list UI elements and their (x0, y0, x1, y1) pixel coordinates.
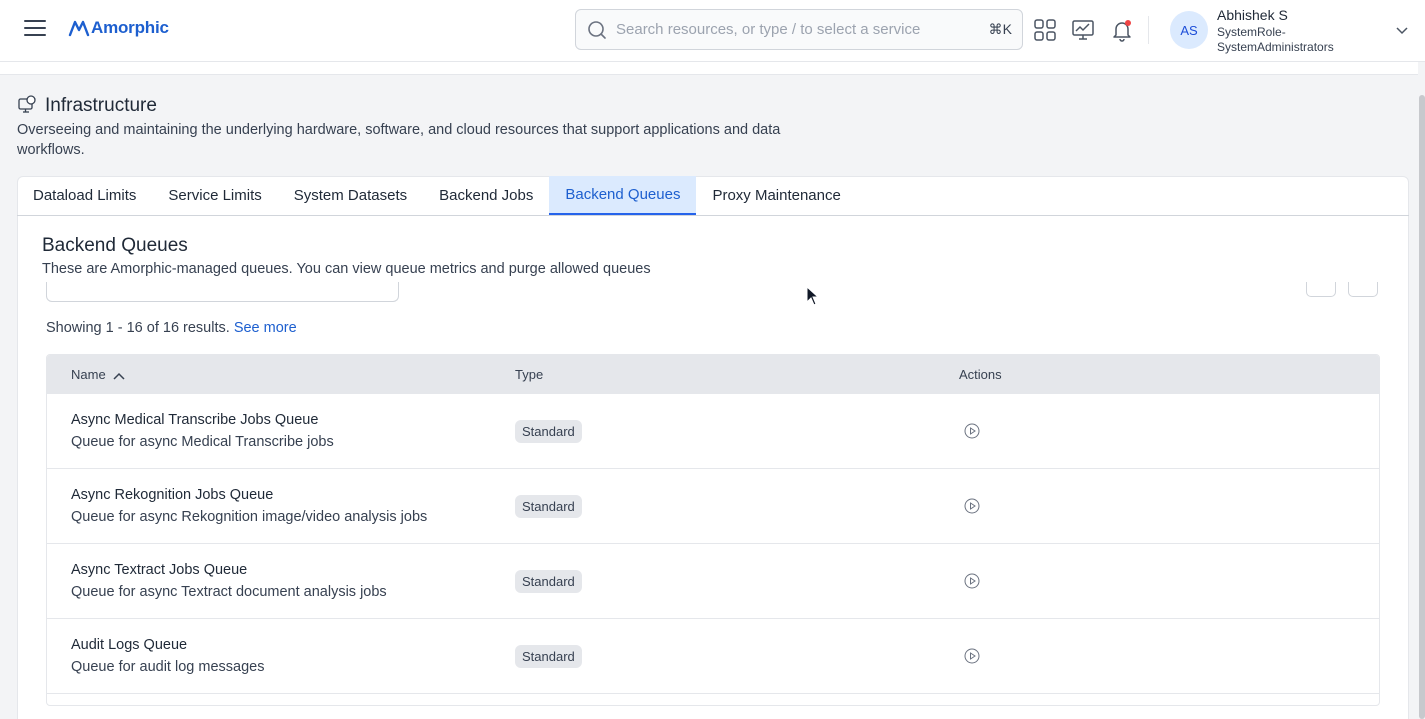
results-count: Showing 1 - 16 of 16 results. See more (46, 320, 297, 336)
type-badge: Standard (515, 570, 582, 593)
filter-input-partial[interactable] (46, 282, 399, 302)
tab-backend-jobs[interactable]: Backend Jobs (423, 176, 549, 215)
user-role: SystemRole-SystemAdministrators (1217, 25, 1334, 54)
results-text: Showing 1 - 16 of 16 results. (46, 320, 230, 336)
queue-description: Queue for async Medical Transcribe jobs (71, 434, 334, 450)
table-row: Async Rekognition Jobs Queue Queue for a… (47, 469, 1379, 544)
search-icon (588, 21, 606, 39)
table-row: Async Textract Jobs Queue Queue for asyn… (47, 544, 1379, 619)
tab-service-limits[interactable]: Service Limits (152, 176, 277, 215)
type-badge: Standard (515, 495, 582, 518)
toolbar-button-partial[interactable] (1306, 282, 1336, 297)
sub-header-strip (0, 62, 1418, 75)
tab-system-datasets[interactable]: System Datasets (278, 176, 423, 215)
play-circle-icon[interactable] (963, 497, 981, 515)
tab-bar: Dataload Limits Service Limits System Da… (17, 176, 1409, 216)
queue-name: Async Rekognition Jobs Queue (71, 487, 274, 503)
sort-ascending-icon[interactable] (112, 371, 126, 381)
search-shortcut: ⌘K (988, 21, 1012, 37)
column-label: Name (71, 367, 106, 382)
header-divider (1148, 16, 1149, 44)
notification-dot (1125, 20, 1131, 26)
monitor-chart-icon[interactable] (1071, 18, 1095, 42)
app-logo[interactable]: Amorphic (68, 16, 169, 40)
see-more-link[interactable]: See more (234, 320, 297, 336)
page-description: Overseeing and maintaining the underlyin… (17, 122, 781, 158)
queue-name: Audit Logs Queue (71, 637, 188, 653)
tab-proxy-maintenance[interactable]: Proxy Maintenance (696, 176, 856, 215)
global-search[interactable]: ⌘K (575, 9, 1023, 50)
queues-table: Name Type Actions Async Medical Transcri… (46, 354, 1380, 706)
play-circle-icon[interactable] (963, 422, 981, 440)
page-title: Infrastructure (45, 95, 157, 116)
play-circle-icon[interactable] (963, 647, 981, 665)
menu-icon[interactable] (24, 20, 46, 38)
tab-dataload-limits[interactable]: Dataload Limits (17, 176, 152, 215)
queue-description: Queue for async Rekognition image/video … (71, 509, 428, 525)
bell-icon[interactable] (1110, 18, 1134, 42)
table-row: Audit Logs Queue Queue for audit log mes… (47, 619, 1379, 694)
scrollbar-thumb[interactable] (1419, 95, 1425, 719)
search-input[interactable] (616, 10, 976, 49)
table-row: Async Medical Transcribe Jobs Queue Queu… (47, 394, 1379, 469)
chevron-down-icon[interactable] (1394, 22, 1410, 38)
top-header: Amorphic ⌘K AS Abhishek S SystemRole-Sys… (0, 0, 1425, 62)
avatar[interactable]: AS (1170, 11, 1208, 49)
queue-description: Queue for audit log messages (71, 659, 265, 675)
grid-icon[interactable] (1033, 18, 1057, 42)
queue-name: Async Textract Jobs Queue (71, 562, 248, 578)
play-circle-icon[interactable] (963, 572, 981, 590)
toolbar-button-partial[interactable] (1348, 282, 1378, 297)
column-header-actions: Actions (959, 367, 1002, 382)
table-header: Name Type Actions (47, 355, 1379, 394)
tab-backend-queues[interactable]: Backend Queues (549, 176, 697, 215)
column-header-name[interactable]: Name (71, 367, 126, 382)
user-name: Abhishek S (1217, 7, 1288, 23)
queue-description: Queue for async Textract document analys… (71, 584, 387, 600)
amorphic-logo-icon (68, 20, 90, 37)
type-badge: Standard (515, 420, 582, 443)
type-badge: Standard (515, 645, 582, 668)
section-description: These are Amorphic-managed queues. You c… (42, 261, 651, 277)
queue-name: Async Medical Transcribe Jobs Queue (71, 412, 319, 428)
section-title: Backend Queues (42, 235, 188, 256)
column-header-type: Type (515, 367, 544, 382)
logo-text: Amorphic (91, 18, 169, 37)
infrastructure-icon (18, 95, 36, 113)
mouse-cursor-icon (806, 286, 820, 306)
